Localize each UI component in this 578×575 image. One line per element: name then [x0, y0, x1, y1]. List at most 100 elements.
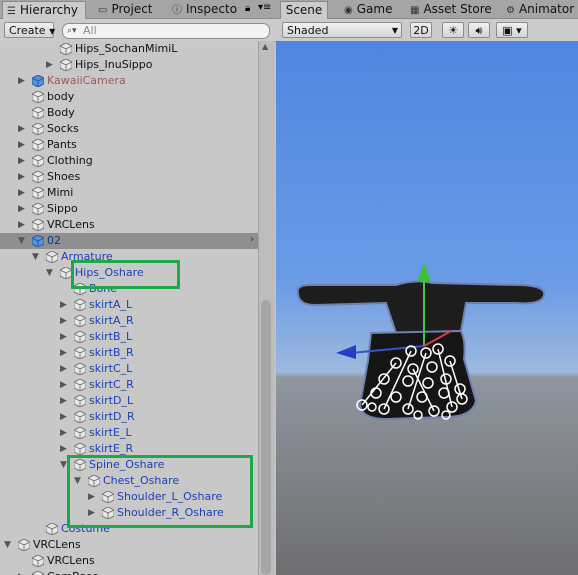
tab-asset-store[interactable]: ▦ Asset Store [406, 1, 496, 18]
expand-right-arrow-icon[interactable]: ▶ [60, 411, 70, 423]
hierarchy-row-label: skirtB_L [89, 330, 133, 343]
expand-right-arrow-icon[interactable]: ▶ [18, 187, 28, 199]
hierarchy-row-label: skirtD_L [89, 394, 134, 407]
hierarchy-row-label: skirtC_L [89, 362, 133, 375]
hierarchy-row[interactable]: ▶ skirtB_L [0, 329, 258, 345]
expand-right-arrow-icon[interactable]: ▶ [18, 139, 28, 151]
hierarchy-row-label: VRCLens [33, 538, 81, 551]
hierarchy-row[interactable]: body [0, 89, 258, 105]
hierarchy-row-label: VRCLens [47, 218, 95, 231]
expand-right-arrow-icon[interactable]: ▶ [60, 443, 70, 455]
hierarchy-row[interactable]: ▼ VRCLens [0, 537, 258, 553]
gameobject-cube-icon [60, 43, 72, 55]
hierarchy-scrollbar-thumb[interactable] [261, 300, 271, 575]
hierarchy-row[interactable]: VRCLens [0, 553, 258, 569]
hierarchy-row-label: skirtC_R [89, 378, 134, 391]
scroll-up-arrow-icon[interactable]: ▲ [262, 42, 268, 51]
tab-hierarchy[interactable]: ☰ Hierarchy [2, 1, 86, 19]
costume-skirt [358, 329, 478, 421]
expand-right-arrow-icon[interactable]: ▶ [60, 363, 70, 375]
expand-right-arrow-icon[interactable]: ▶ [18, 123, 28, 135]
tab-game[interactable]: ◉ Game [340, 1, 400, 18]
expand-right-arrow-icon[interactable]: ▶ [60, 315, 70, 327]
hierarchy-row[interactable]: ▶ skirtD_L [0, 393, 258, 409]
search-placeholder: All [83, 24, 97, 37]
search-field[interactable]: ⌕▾ All [62, 23, 270, 39]
hierarchy-row[interactable]: ▶ KawaiiCamera [0, 73, 258, 89]
highlight-box-spine [67, 455, 253, 528]
hierarchy-row[interactable]: ▶ Socks [0, 121, 258, 137]
effects-toggle-icon[interactable]: ▣ ▾ [496, 22, 528, 38]
hierarchy-row-label: skirtA_L [89, 298, 133, 311]
expand-right-arrow-icon[interactable]: ▶ [60, 395, 70, 407]
gameobject-cube-icon [74, 299, 86, 311]
search-icon: ⌕▾ [67, 26, 77, 36]
tab-animator[interactable]: ⚙ Animator [502, 1, 578, 18]
tab-scene[interactable]: Scene [280, 1, 328, 19]
hierarchy-row[interactable]: ▶ skirtA_L [0, 297, 258, 313]
lock-icon[interactable]: 🔒︎ [245, 3, 250, 14]
hierarchy-row[interactable]: ▶ skirtC_R [0, 377, 258, 393]
gameobject-cube-icon [74, 363, 86, 375]
expand-right-arrow-icon[interactable]: ▶ [60, 299, 70, 311]
hierarchy-row[interactable]: ▶ skirtE_L [0, 425, 258, 441]
animator-icon: ⚙ [506, 5, 515, 16]
hierarchy-row-label: Hips_InuSippo [75, 58, 153, 71]
hierarchy-toolbar: Create ▼ ⌕▾ All [0, 19, 276, 42]
hierarchy-row[interactable]: ▶ Shoes [0, 169, 258, 185]
expand-down-arrow-icon[interactable]: ▼ [32, 251, 42, 263]
expand-right-arrow-icon[interactable]: ▶ [60, 379, 70, 391]
expand-down-arrow-icon[interactable]: ▼ [46, 267, 56, 279]
expand-right-arrow-icon[interactable]: ▶ [18, 203, 28, 215]
expand-right-arrow-icon[interactable]: ▶ [18, 571, 28, 575]
create-button[interactable]: Create ▼ [4, 22, 56, 38]
shading-mode-dropdown[interactable]: Shaded ▼ [282, 22, 402, 38]
expand-right-arrow-icon[interactable]: ▶ [60, 427, 70, 439]
mode-2d-toggle[interactable]: 2D [410, 22, 432, 38]
hierarchy-row[interactable]: ▶ skirtA_R [0, 313, 258, 329]
scene-viewport[interactable] [276, 41, 578, 575]
hierarchy-row[interactable]: ▶ Mimi [0, 185, 258, 201]
gizmo-y-arrow [417, 263, 431, 281]
expand-right-arrow-icon[interactable]: ▶ [18, 155, 28, 167]
hierarchy-row[interactable]: ▶ Hips_InuSippo [0, 57, 258, 73]
tab-inspector[interactable]: ⓘ Inspecto [168, 1, 238, 18]
lighting-toggle-icon[interactable]: ☀ [442, 22, 464, 38]
folder-icon: ▭ [98, 5, 108, 16]
expand-right-arrow-icon[interactable]: ▶ [18, 171, 28, 183]
hierarchy-row[interactable]: ▶ Clothing [0, 153, 258, 169]
expand-right-arrow-icon[interactable]: ▶ [60, 331, 70, 343]
hierarchy-row[interactable]: ▶ skirtD_R [0, 409, 258, 425]
dropdown-arrow-icon: ▼ [49, 27, 56, 36]
hierarchy-row[interactable]: ▶ Pants [0, 137, 258, 153]
expand-down-arrow-icon[interactable]: ▼ [4, 539, 14, 551]
hierarchy-row[interactable]: ▶ VRCLens [0, 217, 258, 233]
hierarchy-row-label: skirtB_R [89, 346, 134, 359]
hierarchy-row[interactable]: ▶ skirtC_L [0, 361, 258, 377]
hierarchy-row-label: 02 [47, 234, 61, 247]
hierarchy-row[interactable]: ▶ skirtB_R [0, 345, 258, 361]
gameobject-cube-icon [32, 91, 44, 103]
audio-toggle-icon[interactable]: 🔊︎ [468, 22, 490, 38]
prefab-open-arrow-icon[interactable]: › [250, 234, 254, 245]
expand-right-arrow-icon[interactable]: ▶ [18, 219, 28, 231]
hierarchy-row[interactable]: Body [0, 105, 258, 121]
tab-project[interactable]: ▭ Project [94, 1, 164, 18]
expand-down-arrow-icon[interactable]: ▼ [18, 235, 28, 247]
gamepad-icon: ◉ [344, 5, 353, 16]
hierarchy-row[interactable]: Hips_SochanMimiL [0, 41, 258, 57]
expand-right-arrow-icon[interactable]: ▶ [18, 75, 28, 87]
gameobject-cube-icon [32, 203, 44, 215]
store-icon: ▦ [410, 5, 420, 16]
gameobject-cube-icon [74, 331, 86, 343]
costume-torso [296, 280, 546, 335]
expand-right-arrow-icon[interactable]: ▶ [46, 59, 56, 71]
hierarchy-row[interactable]: ▼ 02 › [0, 233, 258, 249]
hierarchy-row[interactable]: ▶ CamBase [0, 569, 258, 575]
expand-right-arrow-icon[interactable]: ▶ [60, 347, 70, 359]
hierarchy-row[interactable]: ▶ Sippo [0, 201, 258, 217]
hierarchy-row-label: VRCLens [47, 554, 95, 567]
scene-toolbar: Shaded ▼ 2D ☀ 🔊︎ ▣ ▾ [276, 19, 578, 42]
hierarchy-row-label: Clothing [47, 154, 93, 167]
panel-menu-icon[interactable]: ▾≡ [258, 2, 271, 13]
